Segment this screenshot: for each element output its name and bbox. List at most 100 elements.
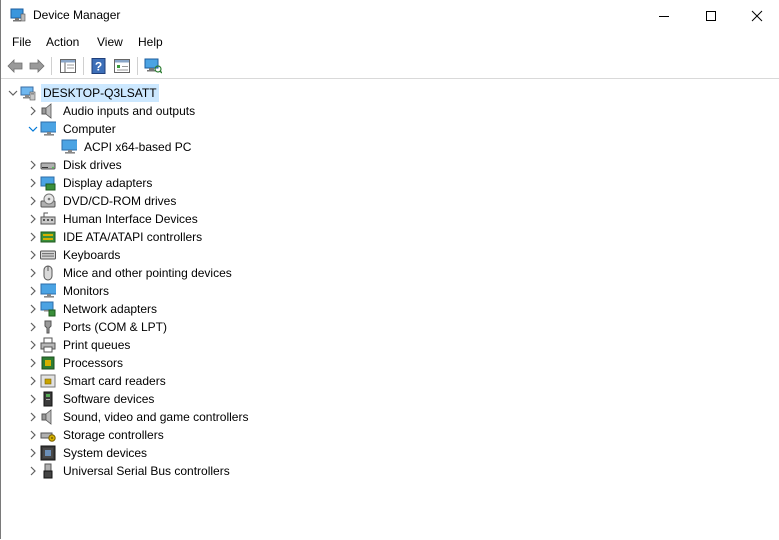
- tree-item-label: Print queues: [63, 338, 131, 352]
- tree-item-label: Mice and other pointing devices: [63, 266, 232, 280]
- chevron-right-icon[interactable]: [26, 246, 40, 264]
- back-button[interactable]: [6, 57, 24, 75]
- tree-item-label: Monitors: [63, 284, 110, 298]
- title-bar[interactable]: Device Manager: [1, 0, 779, 31]
- show-hide-console-tree-button[interactable]: [59, 57, 77, 75]
- monitor-icon: [40, 121, 56, 137]
- tree-category-item[interactable]: Software devices: [26, 390, 156, 408]
- close-icon: [751, 10, 763, 21]
- minimize-button[interactable]: [641, 0, 687, 31]
- chevron-right-icon[interactable]: [26, 372, 40, 390]
- properties-icon: [114, 59, 130, 73]
- help-icon: ?: [91, 58, 106, 74]
- chevron-right-icon[interactable]: [26, 408, 40, 426]
- chevron-right-icon[interactable]: [26, 228, 40, 246]
- back-arrow-icon: [7, 59, 23, 73]
- tree-category-item[interactable]: Disk drives: [26, 156, 124, 174]
- toolbar-separator: [137, 57, 138, 75]
- tree-category-item[interactable]: DVD/CD-ROM drives: [26, 192, 178, 210]
- tree-category-item[interactable]: Display adapters: [26, 174, 154, 192]
- device-manager-window: Device Manager File Action View Help ? D…: [0, 0, 779, 539]
- properties-button[interactable]: [113, 57, 131, 75]
- tree-item-label: Human Interface Devices: [63, 212, 198, 226]
- tree-category-item[interactable]: Print queues: [26, 336, 132, 354]
- tree-item-label: IDE ATA/ATAPI controllers: [63, 230, 203, 244]
- tree-item-label: Universal Serial Bus controllers: [63, 464, 230, 478]
- keyboard-icon: [40, 247, 56, 263]
- tree-root-label: DESKTOP-Q3LSATT: [41, 84, 159, 102]
- chevron-right-icon[interactable]: [26, 156, 40, 174]
- window-title: Device Manager: [33, 8, 121, 22]
- tree-category-item[interactable]: System devices: [26, 444, 149, 462]
- chevron-right-icon[interactable]: [26, 318, 40, 336]
- tree-category-item[interactable]: Computer: [26, 120, 118, 138]
- chevron-right-icon[interactable]: [26, 264, 40, 282]
- menu-action[interactable]: Action: [46, 35, 79, 49]
- tree-category-item[interactable]: Storage controllers: [26, 426, 166, 444]
- tree-category-item[interactable]: Processors: [26, 354, 125, 372]
- chevron-right-icon[interactable]: [26, 336, 40, 354]
- tree-item-label: Computer: [63, 122, 116, 136]
- usb-icon: [40, 463, 56, 479]
- menu-file[interactable]: File: [12, 35, 31, 49]
- tree-category-item[interactable]: Universal Serial Bus controllers: [26, 462, 232, 480]
- chevron-right-icon[interactable]: [26, 354, 40, 372]
- chevron-right-icon[interactable]: [26, 444, 40, 462]
- tree-item-label: Network adapters: [63, 302, 158, 316]
- tree-item-label: Software devices: [63, 392, 155, 406]
- tree-category-item[interactable]: IDE ATA/ATAPI controllers: [26, 228, 204, 246]
- toolbar-separator: [51, 57, 52, 75]
- tree-item-label: Audio inputs and outputs: [63, 104, 196, 118]
- tree-item-label: DVD/CD-ROM drives: [63, 194, 177, 208]
- svg-text:?: ?: [95, 60, 102, 74]
- chevron-right-icon[interactable]: [26, 192, 40, 210]
- menu-help-label: Help: [138, 35, 163, 49]
- tree-root[interactable]: DESKTOP-Q3LSATT: [6, 84, 159, 102]
- mouse-icon: [40, 265, 56, 281]
- chevron-down-icon[interactable]: [6, 84, 20, 102]
- tree-category-item[interactable]: Ports (COM & LPT): [26, 318, 169, 336]
- chevron-right-icon[interactable]: [26, 426, 40, 444]
- chevron-right-icon[interactable]: [26, 174, 40, 192]
- help-button[interactable]: ?: [90, 57, 108, 75]
- tree-category-item[interactable]: Audio inputs and outputs: [26, 102, 197, 120]
- chevron-right-icon[interactable]: [26, 282, 40, 300]
- menu-view[interactable]: View: [97, 35, 123, 49]
- chevron-right-icon[interactable]: [26, 300, 40, 318]
- tree-item-label: Disk drives: [63, 158, 122, 172]
- chevron-right-icon[interactable]: [26, 390, 40, 408]
- tree-category-item[interactable]: Keyboards: [26, 246, 122, 264]
- scan-hardware-button[interactable]: [144, 57, 162, 75]
- chevron-down-icon[interactable]: [26, 120, 40, 138]
- smartcard-icon: [40, 373, 56, 389]
- hid-icon: [40, 211, 56, 227]
- tree-category-item[interactable]: Mice and other pointing devices: [26, 264, 234, 282]
- tree-item-label: Smart card readers: [63, 374, 166, 388]
- menu-help[interactable]: Help: [138, 35, 163, 49]
- disk-icon: [40, 157, 56, 173]
- tree-category-item[interactable]: Network adapters: [26, 300, 159, 318]
- tree-item-label: Sound, video and game controllers: [63, 410, 249, 424]
- dvd-icon: [40, 193, 56, 209]
- menu-view-label: View: [97, 35, 123, 49]
- chevron-right-icon[interactable]: [26, 210, 40, 228]
- forward-arrow-icon: [29, 59, 45, 73]
- tree-category-item[interactable]: Monitors: [26, 282, 111, 300]
- maximize-button[interactable]: [688, 0, 734, 31]
- speaker-icon: [40, 103, 56, 119]
- tree-device-item[interactable]: ACPI x64-based PC: [47, 138, 193, 156]
- chevron-right-icon[interactable]: [26, 462, 40, 480]
- close-button[interactable]: [734, 0, 779, 31]
- tree-category-item[interactable]: Human Interface Devices: [26, 210, 200, 228]
- port-icon: [40, 319, 56, 335]
- tree-category-item[interactable]: Sound, video and game controllers: [26, 408, 250, 426]
- menu-file-label: File: [12, 35, 32, 49]
- forward-button[interactable]: [28, 57, 46, 75]
- maximize-icon: [706, 10, 716, 21]
- device-manager-app-icon: [10, 8, 26, 22]
- software-device-icon: [40, 391, 56, 407]
- chevron-right-icon[interactable]: [26, 102, 40, 120]
- network-icon: [40, 301, 56, 317]
- scan-hardware-icon: [144, 58, 162, 74]
- tree-category-item[interactable]: Smart card readers: [26, 372, 168, 390]
